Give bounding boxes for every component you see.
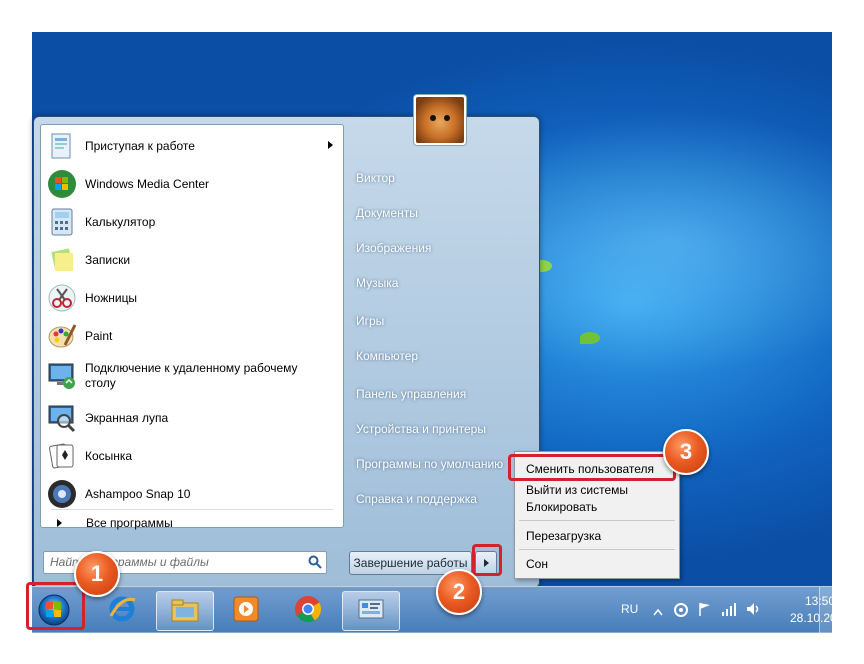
highlight-frame (26, 582, 85, 630)
program-label: Ножницы (85, 290, 138, 305)
callout-number: 3 (679, 439, 693, 464)
menu-item-help-support[interactable]: Справка и поддержка (356, 492, 477, 506)
action-center-flag-icon[interactable] (697, 601, 713, 620)
callout-number: 2 (452, 579, 466, 604)
user-avatar[interactable] (413, 94, 467, 146)
callout-step-3: 3 (663, 429, 709, 475)
program-label: Записки (85, 252, 131, 267)
separator (519, 520, 675, 521)
menu-item-pictures[interactable]: Изображения (356, 241, 431, 255)
menu-item-computer[interactable]: Компьютер (356, 349, 418, 363)
sync-icon[interactable] (673, 602, 689, 621)
show-hidden-icons-icon[interactable] (653, 605, 663, 619)
snipping-tool-icon (47, 283, 77, 313)
media-center-icon (47, 169, 77, 199)
program-label: Подключение к удаленному рабочему столу (85, 361, 298, 390)
program-media-center[interactable]: Windows Media Center (45, 166, 339, 202)
program-label: Paint (85, 328, 113, 343)
program-paint[interactable]: Paint (45, 318, 339, 354)
file-explorer-icon (170, 597, 200, 626)
menu-item-control-panel[interactable]: Панель управления (356, 387, 466, 401)
taskbar: RU 13:50 28.10.2018 (32, 586, 850, 633)
taskbar-media-player[interactable] (218, 591, 274, 629)
submenu-log-off[interactable]: Выйти из системы (526, 483, 628, 497)
calculator-icon (47, 207, 77, 237)
taskbar-file-explorer[interactable] (156, 591, 214, 631)
all-programs-label: Все программы (86, 516, 173, 530)
network-signal-icon[interactable] (721, 601, 737, 620)
program-label: Windows Media Center (85, 176, 210, 191)
user-picture (416, 97, 464, 143)
language-indicator[interactable]: RU (621, 602, 638, 616)
media-player-icon (231, 595, 261, 626)
program-label: Приступая к работе (85, 138, 195, 153)
remote-desktop-icon (47, 361, 77, 391)
submenu-arrow-icon (328, 141, 333, 149)
callout-step-1: 1 (74, 551, 120, 597)
menu-item-music[interactable]: Музыка (356, 276, 398, 290)
search-placeholder: Найти программы и файлы (50, 555, 209, 569)
program-label: Экранная лупа (85, 410, 169, 425)
highlight-frame (472, 544, 502, 576)
start-menu: Приступая к работе Windows Media Center … (33, 94, 540, 588)
internet-explorer-icon (107, 594, 137, 627)
avatar-detail (430, 115, 436, 121)
search-icon[interactable] (308, 555, 322, 572)
program-remote-desktop[interactable]: Подключение к удаленному рабочему столу (45, 356, 339, 396)
program-label: Ashampoo Snap 10 (85, 486, 191, 501)
start-menu-programs-pane: Приступая к работе Windows Media Center … (40, 124, 344, 530)
shutdown-label: Завершение работы (353, 556, 468, 570)
program-label: Калькулятор (85, 214, 156, 229)
program-calculator[interactable]: Калькулятор (45, 204, 339, 240)
submenu-restart[interactable]: Перезагрузка (526, 529, 601, 543)
expand-arrow-icon (57, 519, 62, 527)
callout-number: 1 (90, 561, 104, 586)
highlight-frame (508, 454, 676, 481)
program-getting-started[interactable]: Приступая к работе (45, 128, 339, 164)
chrome-icon (293, 594, 323, 627)
program-label: Косынка (85, 448, 133, 463)
paint-icon (47, 321, 77, 351)
ashampoo-snap-icon (47, 479, 77, 509)
program-magnifier[interactable]: Экранная лупа (45, 400, 339, 436)
menu-item-user[interactable]: Виктор (356, 171, 395, 185)
program-sticky-notes[interactable]: Записки (45, 242, 339, 278)
submenu-lock[interactable]: Блокировать (526, 500, 597, 514)
taskbar-chrome[interactable] (280, 591, 336, 629)
desktop-decoration (580, 332, 600, 344)
program-solitaire[interactable]: Косынка (45, 438, 339, 474)
getting-started-icon (47, 131, 77, 161)
menu-item-games[interactable]: Игры (356, 314, 384, 328)
volume-icon[interactable] (745, 601, 761, 620)
program-ashampoo-snap[interactable]: Ashampoo Snap 10 (45, 476, 339, 512)
callout-step-2: 2 (436, 569, 482, 615)
taskbar-control-panel[interactable] (342, 591, 400, 631)
sticky-notes-icon (47, 245, 77, 275)
submenu-sleep[interactable]: Сон (526, 557, 548, 571)
separator (51, 509, 333, 510)
control-panel-icon (356, 596, 386, 627)
all-programs-button[interactable]: Все программы (45, 511, 335, 535)
taskbar-internet-explorer[interactable] (94, 591, 150, 629)
magnifier-icon (47, 403, 77, 433)
avatar-detail (444, 115, 450, 121)
show-desktop-button[interactable] (819, 587, 832, 633)
separator (519, 549, 675, 550)
menu-item-documents[interactable]: Документы (356, 206, 418, 220)
menu-item-devices-printers[interactable]: Устройства и принтеры (356, 422, 486, 436)
program-snipping-tool[interactable]: Ножницы (45, 280, 339, 316)
menu-item-default-programs[interactable]: Программы по умолчанию (356, 457, 503, 471)
solitaire-icon (47, 441, 77, 471)
